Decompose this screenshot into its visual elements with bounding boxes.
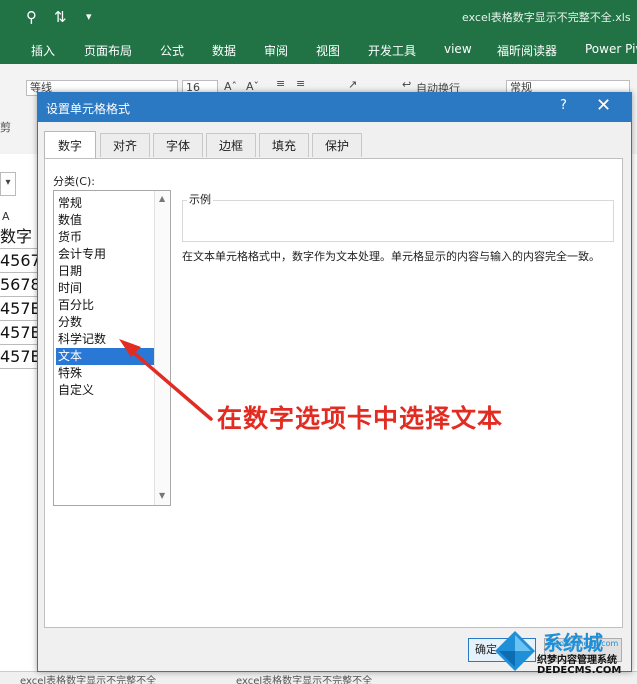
tab-protection[interactable]: 保护	[312, 133, 362, 157]
excel-titlebar: ⚲ ⇅ ▾ excel表格数字显示不完整不全.xls	[0, 0, 637, 34]
watermark: 系统城 织梦内容管理系统 DEDECMS.COM xitongcheng.com	[493, 625, 637, 683]
customize-toolbar-icon[interactable]: ▾	[86, 10, 92, 23]
sheet-tab[interactable]: excel表格数字显示不完整不全	[20, 672, 156, 684]
format-cells-dialog: 设置单元格格式 ? ✕ 数字 对齐 字体 边框 填充 保护 分类(C): 常规 …	[37, 92, 632, 672]
orientation-icon[interactable]: ↗	[348, 78, 357, 91]
column-a: ▾ A 数字 4567 5678 457E 457E 457E	[0, 154, 39, 683]
number-tab-panel: 分类(C): 常规 数值 货币 会计专用 日期 时间 百分比 分数 科学记数 文…	[44, 158, 623, 628]
watermark-site: DEDECMS.COM	[537, 665, 622, 676]
tab-alignment[interactable]: 对齐	[100, 133, 150, 157]
cell[interactable]: 457E	[0, 322, 37, 345]
sort-icon[interactable]: ⇅	[54, 8, 67, 26]
watermark-sub: xitongcheng.com	[549, 639, 619, 648]
tab-fill[interactable]: 填充	[259, 133, 309, 157]
sheet-tab[interactable]: excel表格数字显示不完整不全	[236, 672, 372, 684]
annotation-arrow	[119, 339, 213, 421]
name-box-dropdown[interactable]: ▾	[0, 172, 16, 196]
tab-border[interactable]: 边框	[206, 133, 256, 157]
menu-view-en[interactable]: view	[444, 42, 472, 56]
watermark-site-cn: 织梦内容管理系统	[537, 655, 617, 666]
dialog-title: 设置单元格格式	[46, 102, 131, 116]
ribbon-menubar: 插入 页面布局 公式 数据 审阅 视图 开发工具 view 福昕阅读器 Powe…	[0, 34, 637, 64]
menu-insert[interactable]: 插入	[31, 42, 55, 59]
cell[interactable]: 457E	[0, 346, 37, 369]
menu-review[interactable]: 审阅	[264, 42, 288, 59]
cell[interactable]: 5678	[0, 274, 37, 297]
menu-data[interactable]: 数据	[212, 42, 236, 59]
align-middle-icon[interactable]: ≡	[296, 77, 305, 90]
menu-developer[interactable]: 开发工具	[368, 42, 416, 59]
tab-font[interactable]: 字体	[153, 133, 203, 157]
menu-page-layout[interactable]: 页面布局	[84, 42, 132, 59]
cell[interactable]: 457E	[0, 298, 37, 321]
annotation-text: 在数字选项卡中选择文本	[217, 404, 504, 433]
help-button[interactable]: ?	[560, 98, 567, 113]
cell[interactable]: 4567	[0, 250, 37, 273]
windows-logo-icon	[495, 631, 535, 671]
menu-view[interactable]: 视图	[316, 42, 340, 59]
menu-power-pivot[interactable]: Power Piv	[585, 42, 637, 56]
menu-foxit[interactable]: 福昕阅读器	[497, 42, 557, 59]
cell[interactable]: 数字	[0, 226, 37, 249]
align-top-icon[interactable]: ≡	[276, 77, 285, 90]
clipboard-label: 剪	[0, 121, 11, 134]
wrap-text-icon[interactable]: ↩	[402, 78, 411, 91]
column-header-a[interactable]: A	[2, 210, 10, 223]
menu-formulas[interactable]: 公式	[160, 42, 184, 59]
dialog-titlebar: 设置单元格格式 ? ✕	[38, 93, 631, 122]
tab-number[interactable]: 数字	[44, 131, 96, 158]
print-preview-icon[interactable]: ⚲	[26, 8, 37, 26]
document-title: excel表格数字显示不完整不全.xls	[462, 11, 631, 24]
close-button[interactable]: ✕	[596, 95, 611, 116]
